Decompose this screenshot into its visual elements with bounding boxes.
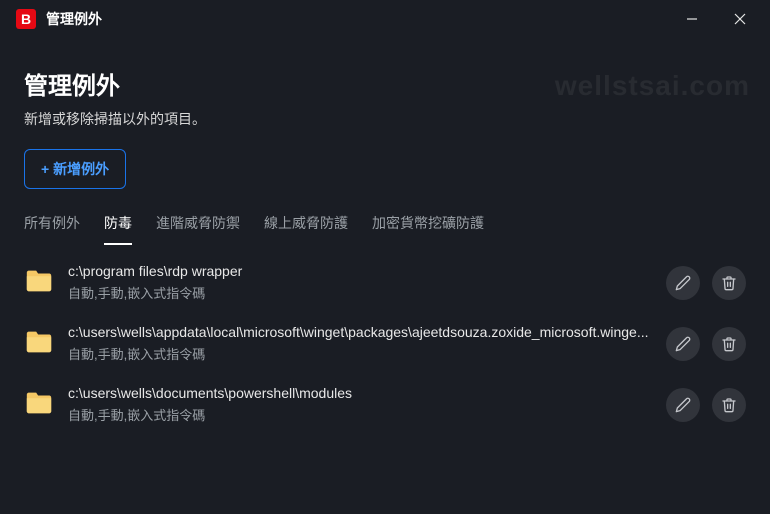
exception-path: c:\users\wells\appdata\local\microsoft\w… [68, 324, 652, 340]
exception-list: c:\program files\rdp wrapper 自動,手動,嵌入式指令… [24, 263, 746, 424]
tab-0[interactable]: 所有例外 [24, 213, 80, 245]
table-row: c:\program files\rdp wrapper 自動,手動,嵌入式指令… [24, 263, 746, 302]
table-row: c:\users\wells\appdata\local\microsoft\w… [24, 324, 746, 363]
edit-button[interactable] [666, 266, 700, 300]
page-title: 管理例外 [24, 66, 746, 101]
tabs: 所有例外防毒進階威脅防禦線上威脅防護加密貨幣挖礦防護 [24, 213, 746, 245]
window-title: 管理例外 [46, 9, 102, 29]
delete-button[interactable] [712, 266, 746, 300]
tab-4[interactable]: 加密貨幣挖礦防護 [372, 213, 484, 245]
exception-detail: 自動,手動,嵌入式指令碼 [68, 283, 652, 302]
minimize-button[interactable] [670, 4, 714, 34]
edit-button[interactable] [666, 327, 700, 361]
app-icon: B [16, 9, 36, 29]
tab-2[interactable]: 進階威脅防禦 [156, 213, 240, 245]
exception-path: c:\users\wells\documents\powershell\modu… [68, 385, 652, 401]
edit-button[interactable] [666, 388, 700, 422]
exception-detail: 自動,手動,嵌入式指令碼 [68, 405, 652, 424]
table-row: c:\users\wells\documents\powershell\modu… [24, 385, 746, 424]
exception-detail: 自動,手動,嵌入式指令碼 [68, 344, 652, 363]
exception-path: c:\program files\rdp wrapper [68, 263, 652, 279]
tab-1[interactable]: 防毒 [104, 213, 132, 245]
folder-icon [24, 265, 54, 300]
folder-icon [24, 326, 54, 361]
folder-icon [24, 387, 54, 422]
tab-3[interactable]: 線上威脅防護 [264, 213, 348, 245]
delete-button[interactable] [712, 327, 746, 361]
titlebar: B 管理例外 [0, 0, 770, 38]
page-subtitle: 新增或移除掃描以外的項目。 [24, 109, 746, 129]
delete-button[interactable] [712, 388, 746, 422]
close-button[interactable] [718, 4, 762, 34]
add-exception-button[interactable]: + 新增例外 [24, 149, 126, 189]
